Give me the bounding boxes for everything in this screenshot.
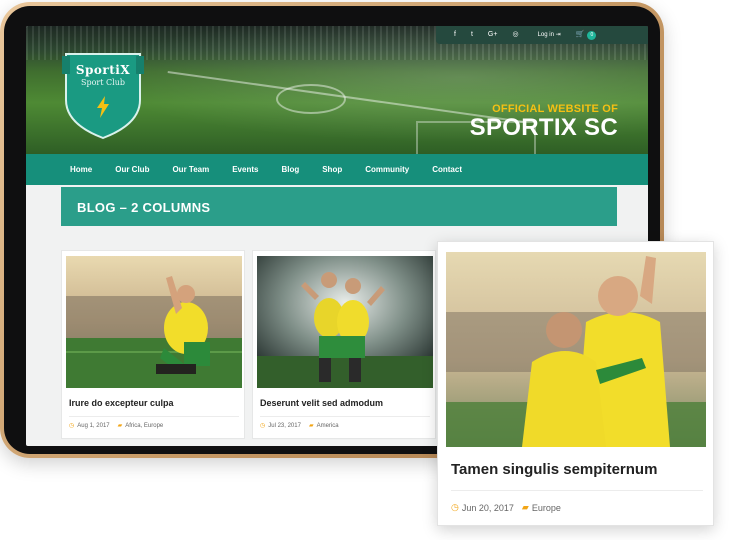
club-logo-name: SportiX: [75, 63, 131, 77]
post-image[interactable]: [446, 252, 706, 447]
post-image[interactable]: [66, 256, 242, 388]
post-image[interactable]: [257, 256, 433, 388]
post-meta: ◷ Jun 20, 2017 ▰ Europe: [451, 502, 561, 513]
club-logo-subtitle: Sport Club: [81, 78, 125, 87]
clock-icon: ◷: [69, 423, 75, 429]
facebook-icon[interactable]: f: [454, 26, 456, 44]
login-link[interactable]: Log in ⇥: [538, 26, 561, 44]
featured-blog-post-card[interactable]: Tamen singulis sempiternum ◷ Jun 20, 201…: [437, 241, 714, 526]
twitter-icon[interactable]: t: [471, 26, 473, 44]
players-hugging-image: [446, 252, 706, 447]
nav-item-community[interactable]: Community: [365, 165, 409, 174]
clock-icon: ◷: [260, 423, 266, 429]
post-categories[interactable]: America: [317, 423, 339, 429]
login-label: Log in: [537, 32, 554, 38]
club-logo[interactable]: SportiX Sport Club: [62, 48, 144, 140]
post-date: Jul 23, 2017: [268, 422, 301, 429]
center-circle: [276, 84, 346, 114]
player-kneeling-image: [66, 256, 242, 388]
folder-icon: ▰: [117, 423, 123, 429]
blog-post-card[interactable]: Irure do excepteur culpa ◷ Aug 1, 2017 ▰…: [61, 250, 245, 439]
blog-post-card[interactable]: Deserunt velit sed admodum ◷ Jul 23, 201…: [252, 250, 436, 439]
cart-icon: 🛒: [575, 31, 585, 38]
post-categories[interactable]: Europe: [532, 503, 561, 513]
cart-button[interactable]: 🛒 0: [576, 26, 597, 44]
page: SportiX Sport Club f t G+ ◎ Log in ⇥ 🛒 0…: [0, 0, 729, 540]
page-title-banner: BLOG – 2 COLUMNS: [61, 187, 617, 226]
nav-item-our-club[interactable]: Our Club: [115, 165, 149, 174]
post-meta: ◷ Aug 1, 2017 ▰ Africa, Europe: [69, 422, 163, 430]
post-categories[interactable]: Africa, Europe: [125, 423, 163, 429]
post-date: Aug 1, 2017: [77, 422, 110, 429]
shield-icon: [62, 53, 144, 140]
nav-item-contact[interactable]: Contact: [432, 165, 462, 174]
google-plus-icon[interactable]: G+: [488, 26, 498, 44]
divider: [451, 490, 703, 491]
nav-item-events[interactable]: Events: [232, 165, 258, 174]
divider: [260, 416, 430, 417]
nav-item-blog[interactable]: Blog: [281, 165, 299, 174]
main-navigation: Home Our Club Our Team Events Blog Shop …: [26, 154, 648, 185]
post-title[interactable]: Tamen singulis sempiternum: [451, 461, 657, 478]
lightning-icon: [97, 96, 109, 118]
hero-site-name: SPORTIX SC: [469, 114, 618, 141]
players-celebrating-image: [257, 256, 433, 388]
hero-header: SportiX Sport Club f t G+ ◎ Log in ⇥ 🛒 0…: [26, 26, 648, 154]
top-utility-bar: f t G+ ◎ Log in ⇥ 🛒 0: [436, 26, 648, 44]
folder-icon: ▰: [521, 502, 529, 512]
divider: [69, 416, 239, 417]
post-title[interactable]: Deserunt velit sed admodum: [260, 398, 383, 408]
folder-icon: ▰: [308, 423, 314, 429]
nav-item-our-team[interactable]: Our Team: [172, 165, 209, 174]
nav-item-shop[interactable]: Shop: [322, 165, 342, 174]
post-meta: ◷ Jul 23, 2017 ▰ America: [260, 422, 339, 430]
page-title: BLOG – 2 COLUMNS: [77, 200, 211, 215]
post-title[interactable]: Irure do excepteur culpa: [69, 398, 174, 408]
cart-count-badge: 0: [587, 30, 597, 40]
post-date: Jun 20, 2017: [461, 502, 514, 513]
login-icon: ⇥: [555, 32, 561, 38]
clock-icon: ◷: [451, 502, 459, 512]
instagram-icon[interactable]: ◎: [512, 26, 518, 44]
nav-item-home[interactable]: Home: [70, 165, 92, 174]
